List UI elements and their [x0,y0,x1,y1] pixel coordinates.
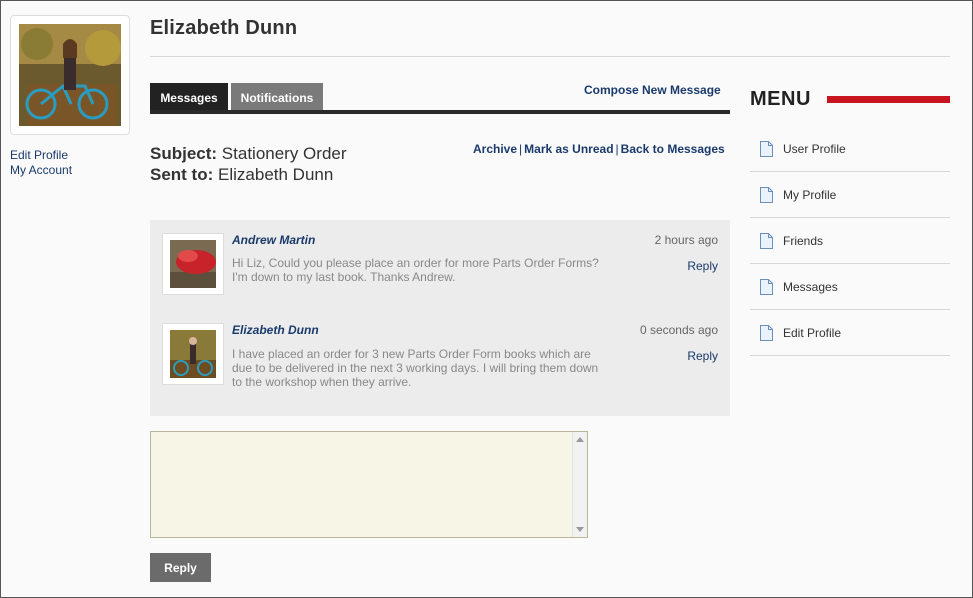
menu-item-user-profile[interactable]: User Profile [750,126,950,172]
sent-to-value: Elizabeth Dunn [218,165,334,184]
scroll-down-arrow-icon[interactable] [576,527,584,532]
menu-accent-bar [827,96,950,103]
profile-photo [19,24,121,126]
document-icon [760,324,773,341]
menu-item-label: Messages [783,279,838,294]
message-time: 0 seconds ago [639,323,718,337]
separator: | [615,142,619,156]
message-thread: Andrew Martin 2 hours ago Hi Liz, Could … [150,220,730,416]
sender-photo [170,330,216,378]
message-body: I have placed an order for 3 new Parts O… [232,347,599,389]
message-author[interactable]: Elizabeth Dunn [232,323,319,337]
mark-as-unread-link[interactable]: Mark as Unread [524,142,613,156]
tab-messages[interactable]: Messages [150,83,228,112]
sender-avatar [162,233,224,295]
menu-item-label: Friends [783,233,824,248]
reply-button[interactable]: Reply [150,553,211,582]
textarea-scrollbar[interactable] [572,432,587,537]
menu-title: MENU [750,88,811,110]
menu-list: User Profile My Profile Friends Messages… [750,126,950,356]
sent-to-label: Sent to: [150,165,214,184]
message-author[interactable]: Andrew Martin [232,233,315,247]
document-icon [760,140,773,157]
menu-item-messages[interactable]: Messages [750,264,950,310]
title-divider [150,56,950,57]
edit-profile-link[interactable]: Edit Profile [10,148,72,163]
account-links: Edit Profile My Account [10,148,72,178]
menu-item-label: Edit Profile [783,325,842,340]
profile-avatar[interactable] [10,15,130,135]
document-icon [760,232,773,249]
sender-photo [170,240,216,288]
subject-label: Subject: [150,144,218,163]
message-reply-link[interactable]: Reply [638,349,718,363]
menu-item-my-profile[interactable]: My Profile [750,172,950,218]
document-icon [760,186,773,203]
menu-item-label: My Profile [783,187,837,202]
tab-notifications[interactable]: Notifications [231,83,323,112]
sender-avatar [162,323,224,385]
menu-item-edit-profile[interactable]: Edit Profile [750,310,950,356]
message-header: Subject: Stationery Order Sent to: Eliza… [150,143,347,185]
message-reply-link[interactable]: Reply [638,259,718,273]
document-icon [760,278,773,295]
scroll-up-arrow-icon[interactable] [576,437,584,442]
page-title: Elizabeth Dunn [150,17,298,39]
menu-item-label: User Profile [783,141,846,156]
back-to-messages-link[interactable]: Back to Messages [621,142,725,156]
my-account-link[interactable]: My Account [10,163,72,178]
tab-divider [150,110,730,114]
message-actions: Archive | Mark as Unread | Back to Messages [473,142,725,156]
reply-textarea[interactable] [150,431,588,538]
compose-new-message-link[interactable]: Compose New Message [584,83,721,97]
message-body: Hi Liz, Could you please place an order … [232,256,599,284]
message-time: 2 hours ago [654,233,718,247]
subject-value: Stationery Order [221,144,347,163]
menu-item-friends[interactable]: Friends [750,218,950,264]
archive-link[interactable]: Archive [473,142,517,156]
